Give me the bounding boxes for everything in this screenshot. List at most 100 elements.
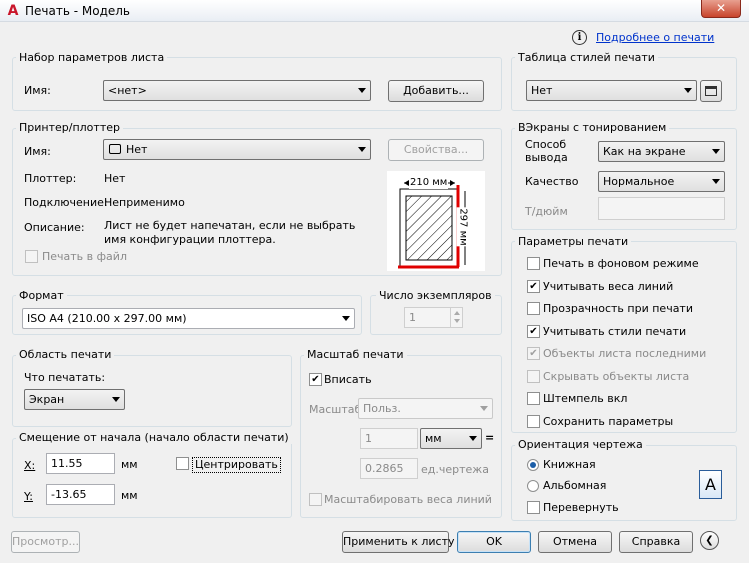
chevron-down-icon xyxy=(469,436,477,441)
offset-y-unit: мм xyxy=(121,489,138,502)
offset-x-value: 11.55 xyxy=(51,457,83,470)
description-label: Описание: xyxy=(24,221,85,234)
print-to-file-checkbox[interactable] xyxy=(25,250,38,263)
info-icon[interactable]: i xyxy=(572,30,587,45)
scale-equals: = xyxy=(485,431,495,444)
chevron-down-icon xyxy=(712,179,720,184)
copies-input[interactable]: 1 xyxy=(404,307,463,328)
option-stamp-checkbox[interactable] xyxy=(527,392,540,405)
paper-size-select[interactable]: ISO A4 (210.00 x 297.00 мм) xyxy=(22,308,355,329)
quality-select[interactable]: Нормальное xyxy=(598,171,725,192)
option-lineweights-checkbox[interactable]: ✔ xyxy=(527,279,540,293)
option-plotstyles-checkbox[interactable]: ✔ xyxy=(527,324,540,338)
portrait-label: Книжная xyxy=(543,458,596,471)
style-table-title: Таблица стилей печати xyxy=(515,51,658,64)
dpi-label: Т/дюйм xyxy=(525,205,568,218)
offset-x-input[interactable]: 11.55 xyxy=(46,453,115,474)
apply-to-layout-button[interactable]: Применить к листу xyxy=(342,531,454,553)
shaded-title: ВЭкраны с тонированием xyxy=(515,121,670,134)
scale-value1-input[interactable]: 1 xyxy=(360,428,418,449)
copies-value: 1 xyxy=(409,311,416,324)
description-value: Лист не будет напечатан, если не выбрать… xyxy=(104,219,356,246)
option-transparency-checkbox[interactable] xyxy=(527,302,540,315)
print-to-file-label: Печать в файл xyxy=(42,250,127,263)
fit-to-paper-label: Вписать xyxy=(324,373,372,386)
upside-down-checkbox[interactable] xyxy=(527,501,540,514)
spin-down-icon xyxy=(454,319,460,323)
scale-unit-select[interactable]: мм xyxy=(420,428,482,449)
page-setup-name-value: <нет> xyxy=(108,84,147,97)
scale-value2-input[interactable]: 0.2865 xyxy=(360,458,418,479)
quality-value: Нормальное xyxy=(603,175,675,188)
scale-select[interactable]: Польз. xyxy=(358,398,493,419)
window-title: Печать - Модель xyxy=(25,4,130,18)
edit-table-button[interactable] xyxy=(700,80,722,102)
chevron-left-icon: ❮ xyxy=(705,535,714,546)
scale-lineweights-label: Масштабировать веса линий xyxy=(324,493,492,506)
paper-size-title: Формат xyxy=(16,289,67,302)
option-paperspace-last-label: Объекты листа последними xyxy=(543,347,707,360)
option-stamp-label: Штемпель вкл xyxy=(543,392,628,405)
add-button[interactable]: Добавить... xyxy=(388,80,484,102)
chevron-down-icon xyxy=(358,88,366,93)
upside-down-label: Перевернуть xyxy=(543,501,619,514)
option-paperspace-last-checkbox[interactable]: ✔ xyxy=(527,347,540,360)
cancel-button[interactable]: Отмена xyxy=(538,531,612,553)
option-hide-objects-label: Скрывать объекты листа xyxy=(543,369,690,383)
close-button[interactable]: ✕ xyxy=(701,0,741,18)
option-background-label: Печать в фоновом режиме xyxy=(543,257,699,270)
title-bar: A Печать - Модель ✕ xyxy=(0,0,749,22)
what-to-plot-select[interactable]: Экран xyxy=(24,389,125,410)
printer-icon xyxy=(109,144,121,154)
printer-name-label: Имя: xyxy=(24,145,51,158)
center-plot-label: Центрировать xyxy=(192,457,281,473)
option-save-changes-checkbox[interactable] xyxy=(527,414,540,428)
scale-lineweights-checkbox[interactable] xyxy=(309,493,322,506)
scale-unit2-label: ед.чертежа xyxy=(421,463,489,476)
option-background-checkbox[interactable] xyxy=(527,257,540,270)
chevron-down-icon xyxy=(480,406,488,411)
shade-method-select[interactable]: Как на экране xyxy=(598,141,725,162)
style-table-select[interactable]: Нет xyxy=(526,80,697,101)
scale-value2: 0.2865 xyxy=(365,462,404,475)
help-link[interactable]: Подробнее о печати xyxy=(596,31,714,45)
chevron-down-icon xyxy=(712,149,720,154)
shade-method-value: Как на экране xyxy=(603,145,686,158)
chevron-down-icon xyxy=(112,397,120,402)
option-save-changes-label: Сохранить параметры xyxy=(543,414,674,428)
option-lineweights-label: Учитывать веса линий xyxy=(543,279,674,293)
option-hide-objects-checkbox[interactable] xyxy=(527,369,540,383)
ok-button[interactable]: OK xyxy=(457,531,531,553)
printer-name-value: Нет xyxy=(126,143,148,156)
page-setup-name-label: Имя: xyxy=(24,84,51,97)
portrait-radio[interactable] xyxy=(527,459,539,471)
dpi-input[interactable] xyxy=(598,197,725,220)
shade-method-label: Способ вывода xyxy=(525,138,568,164)
plot-scale-title: Масштаб печати xyxy=(304,348,407,361)
printer-name-select[interactable]: Нет xyxy=(103,139,371,160)
style-table-value: Нет xyxy=(531,84,553,97)
scale-label: Масштаб: xyxy=(309,403,365,416)
landscape-radio[interactable] xyxy=(527,480,539,492)
copies-spinner[interactable] xyxy=(450,307,462,328)
paper-size-value: ISO A4 (210.00 x 297.00 мм) xyxy=(27,312,187,325)
spin-up-icon xyxy=(454,311,460,315)
preview-height-label: 297 мм xyxy=(456,207,469,247)
scale-unit-value: мм xyxy=(425,432,442,445)
center-plot-checkbox[interactable] xyxy=(176,457,189,470)
print-dialog: A Печать - Модель ✕ i Подробнее о печати… xyxy=(0,0,749,563)
plot-options-title: Параметры печати xyxy=(515,235,632,248)
landscape-label: Альбомная xyxy=(543,479,607,492)
offset-x-label: X: xyxy=(24,459,36,472)
preview-button[interactable]: Просмотр... xyxy=(11,531,80,553)
what-to-plot-value: Экран xyxy=(29,393,65,406)
collapse-options-button[interactable]: ❮ xyxy=(700,531,719,550)
offset-y-input[interactable]: -13.65 xyxy=(46,484,115,505)
printer-title: Принтер/плоттер xyxy=(16,121,123,134)
properties-button[interactable]: Свойства... xyxy=(388,139,484,161)
page-setup-name-select[interactable]: <нет> xyxy=(103,80,371,101)
orientation-page-icon: A xyxy=(699,470,722,499)
plotter-label: Плоттер: xyxy=(24,172,77,185)
fit-to-paper-checkbox[interactable]: ✔ xyxy=(309,373,322,386)
help-button[interactable]: Справка xyxy=(619,531,693,553)
